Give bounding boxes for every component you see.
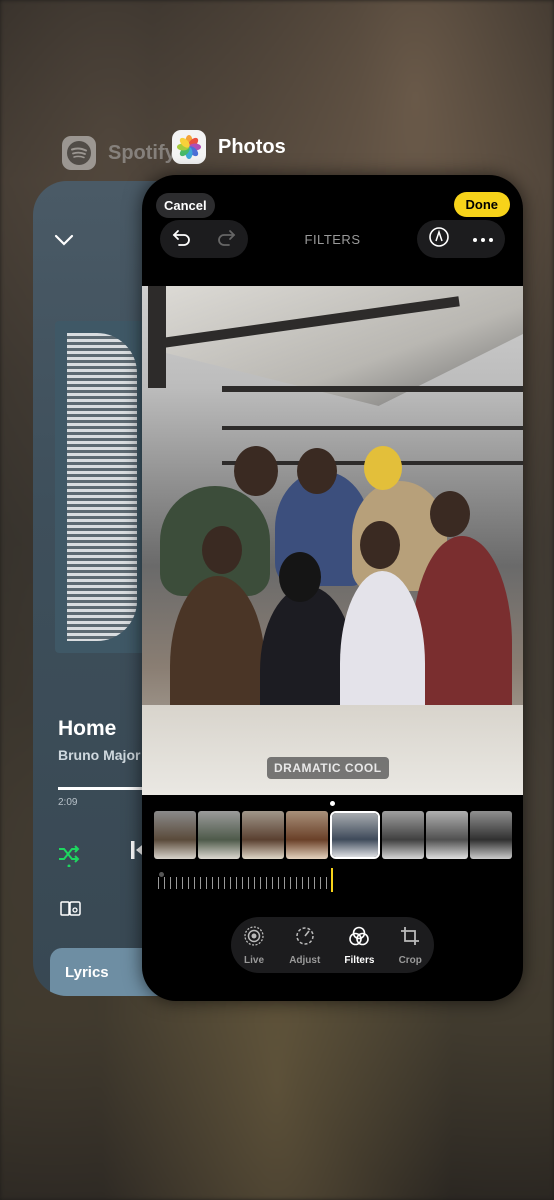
photos-app-label: Photos [172, 130, 286, 164]
intensity-tick [302, 877, 303, 889]
filter-intensity-slider[interactable] [158, 873, 333, 893]
tool-filters[interactable]: Filters [344, 925, 374, 966]
filter-position-dot [330, 801, 335, 806]
filter-name-badge: DRAMATIC COOL [267, 757, 389, 779]
intensity-tick [320, 877, 321, 889]
intensity-tick [164, 877, 165, 889]
intensity-tick [296, 877, 297, 889]
elapsed-time: 2:09 [58, 797, 78, 808]
filter-thumbnail[interactable] [470, 811, 512, 859]
photos-app-name: Photos [218, 135, 286, 158]
intensity-tick [254, 877, 255, 889]
photo-preview[interactable] [142, 286, 523, 795]
filters-icon [348, 925, 370, 952]
intensity-tick [200, 877, 201, 889]
tool-label-crop: Crop [398, 954, 422, 966]
photos-app-card[interactable]: Cancel Done FILTERS DRAMATIC COOL Live A… [142, 175, 523, 1001]
more-options-icon[interactable] [472, 230, 494, 248]
tool-live[interactable]: Live [243, 925, 265, 966]
intensity-tick [248, 877, 249, 889]
filter-filmstrip[interactable] [154, 811, 512, 859]
filter-thumbnail[interactable] [154, 811, 196, 859]
adjust-icon [294, 925, 316, 952]
shuffle-icon[interactable] [56, 841, 82, 872]
filter-thumbnail-selected[interactable] [330, 811, 380, 859]
intensity-tick [308, 877, 309, 889]
spotify-app-icon [62, 136, 96, 170]
intensity-tick [272, 877, 273, 889]
intensity-tick [278, 877, 279, 889]
intensity-tick [176, 877, 177, 889]
intensity-tick [230, 877, 231, 889]
artist-name: Bruno Major [58, 747, 141, 763]
lyrics-label: Lyrics [65, 964, 109, 981]
crop-icon [399, 925, 421, 952]
cancel-button[interactable]: Cancel [156, 193, 215, 218]
tool-crop[interactable]: Crop [399, 925, 422, 966]
intensity-tick [260, 877, 261, 889]
photos-app-icon [172, 130, 206, 164]
tool-label-filters: Filters [344, 954, 375, 966]
filter-thumbnail[interactable] [198, 811, 240, 859]
tool-adjust[interactable]: Adjust [289, 925, 320, 966]
tool-label-live: Live [244, 954, 265, 966]
intensity-tick [206, 877, 207, 889]
spotify-app-name: Spotify [108, 141, 176, 164]
filter-thumbnail[interactable] [426, 811, 468, 859]
done-button[interactable]: Done [453, 192, 510, 217]
intensity-tick [284, 877, 285, 889]
intensity-tick [242, 877, 243, 889]
song-title: Home [58, 717, 117, 740]
spotify-app-label: Spotify [62, 136, 176, 170]
intensity-tick [266, 877, 267, 889]
markup-icon[interactable] [428, 226, 450, 253]
intensity-tick [326, 877, 327, 889]
intensity-tick [290, 877, 291, 889]
photo-floor [142, 705, 523, 795]
intensity-tick [182, 877, 183, 889]
intensity-tick [314, 877, 315, 889]
connect-device-icon[interactable] [60, 899, 82, 924]
filter-thumbnail[interactable] [242, 811, 284, 859]
tool-label-adjust: Adjust [289, 954, 321, 966]
intensity-tick [224, 877, 225, 889]
filter-thumbnail[interactable] [382, 811, 424, 859]
live-icon [243, 925, 265, 952]
filter-thumbnail[interactable] [286, 811, 328, 859]
intensity-tick [236, 877, 237, 889]
intensity-tick [218, 877, 219, 889]
intensity-tick [188, 877, 189, 889]
intensity-tick [212, 877, 213, 889]
intensity-tick [194, 877, 195, 889]
markup-more-group [417, 220, 505, 258]
edit-tools-bar: Live Adjust Filters Crop [231, 917, 434, 973]
intensity-tick [158, 877, 159, 889]
intensity-tick [170, 877, 171, 889]
chevron-down-icon[interactable] [53, 233, 75, 252]
intensity-marker[interactable] [331, 868, 333, 892]
